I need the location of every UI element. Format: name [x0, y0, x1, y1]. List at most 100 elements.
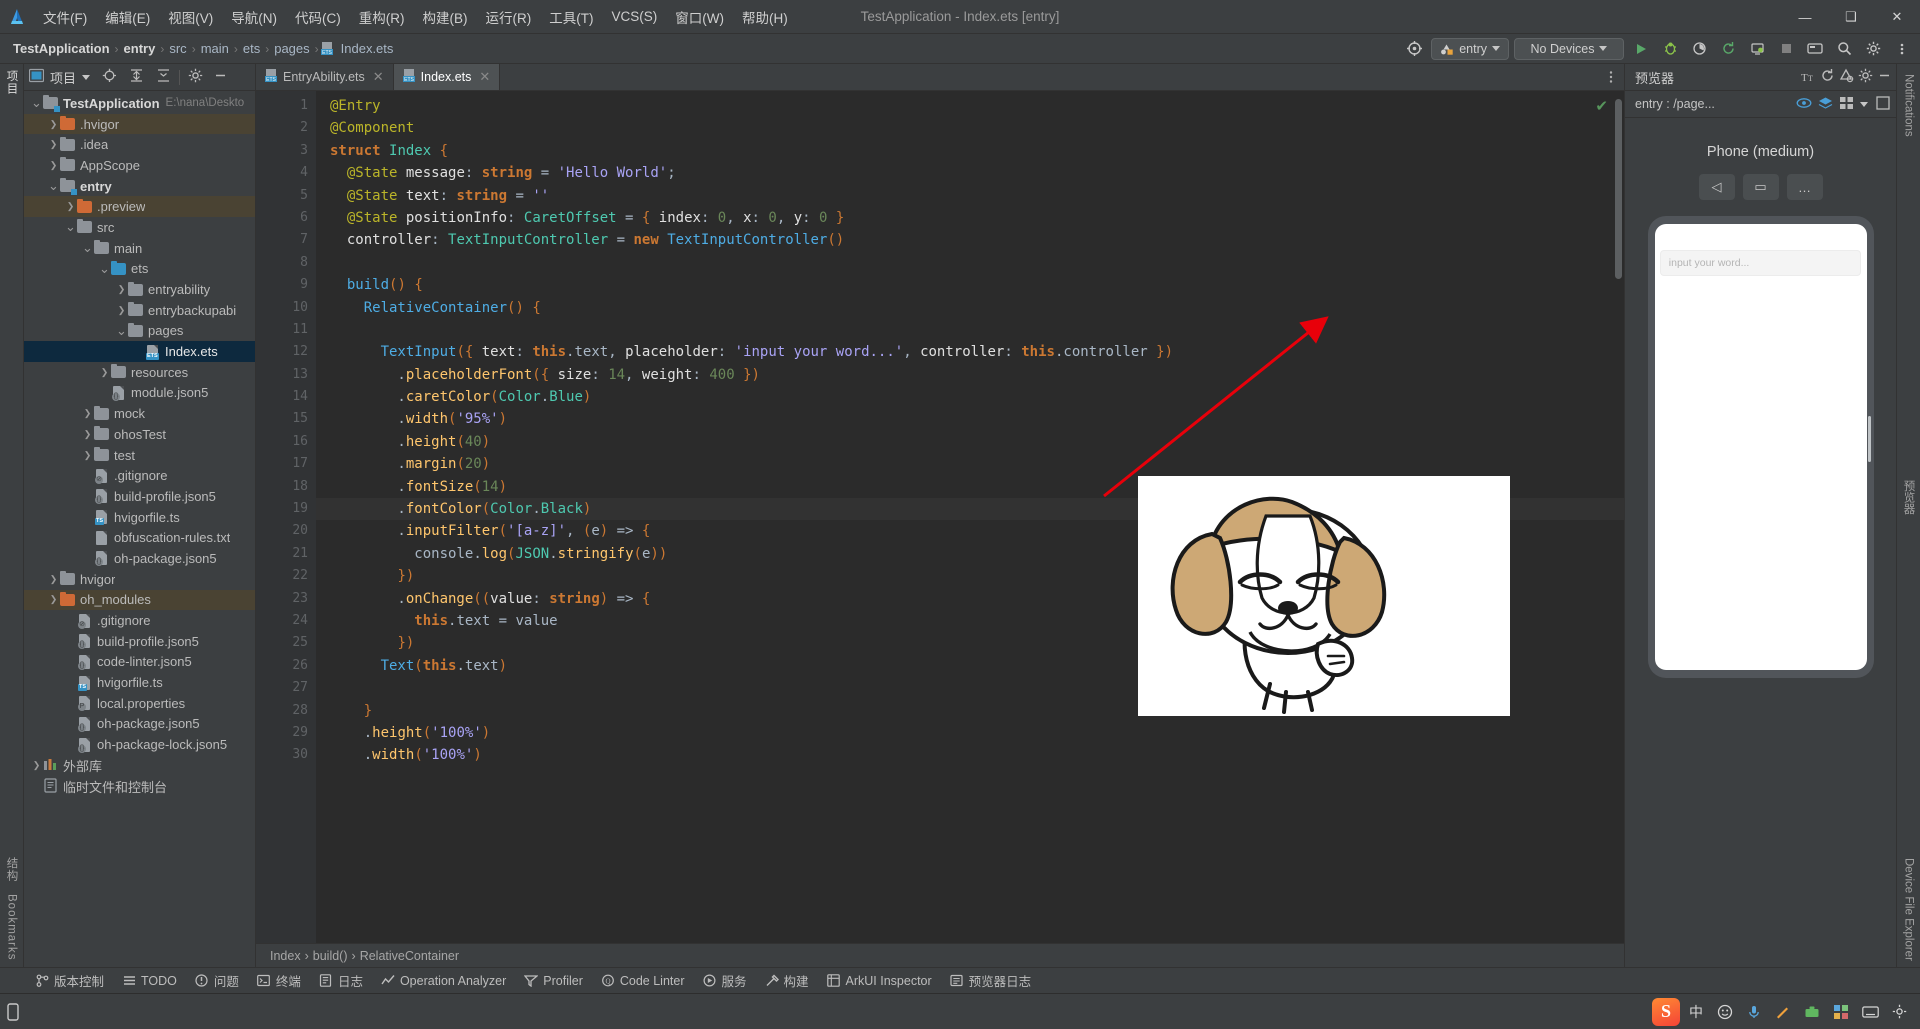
code-line[interactable]: .margin(20) [316, 453, 1624, 475]
tree-node[interactable]: {} oh-package.json5 [24, 548, 255, 569]
line-number[interactable]: 11 [256, 319, 316, 341]
tree-node[interactable]: ❯ AppScope [24, 155, 255, 176]
line-number[interactable]: 3 [256, 140, 330, 162]
line-number[interactable]: 8 [256, 252, 316, 274]
tree-node[interactable]: {} oh-package-lock.json5 [24, 734, 255, 755]
code-line[interactable]: RelativeContainer() { [316, 297, 1624, 319]
chevron-right-icon[interactable]: ❯ [47, 595, 60, 604]
tree-node[interactable]: {} build-profile.json5 [24, 486, 255, 507]
run-configuration-selector[interactable]: entry [1431, 37, 1509, 60]
tree-node[interactable]: ❯ .idea [24, 134, 255, 155]
tree-node[interactable]: ⌄ src [24, 217, 255, 238]
code-line[interactable]: @Entry [316, 95, 1624, 117]
line-number[interactable]: 6 [256, 207, 316, 229]
chevron-down-icon[interactable] [1860, 101, 1868, 107]
refresh-icon[interactable] [1820, 68, 1835, 86]
line-number[interactable]: 7 [256, 229, 316, 251]
status-bar-item-preview-log[interactable]: 预览器日志 [941, 968, 1041, 993]
tree-node[interactable]: ❯ hvigor [24, 569, 255, 590]
sync-button[interactable] [1716, 37, 1740, 61]
target-icon[interactable] [1402, 37, 1426, 61]
tree-node[interactable]: {} code-linter.json5 [24, 652, 255, 673]
breadcrumb-item-pages[interactable]: pages [271, 41, 312, 56]
menu-edit[interactable]: 编辑(E) [96, 0, 159, 33]
run-button[interactable] [1629, 37, 1653, 61]
chevron-right-icon[interactable]: ❯ [47, 160, 60, 170]
close-icon[interactable]: ✕ [479, 69, 490, 85]
tree-node[interactable]: {} build-profile.json5 [24, 631, 255, 652]
tree-node[interactable]: ⌄ ets [24, 259, 255, 280]
line-number[interactable]: 5 [256, 185, 316, 207]
line-number[interactable]: 15 [256, 408, 316, 430]
panel-settings-gear-icon[interactable] [188, 68, 203, 86]
tree-node[interactable]: ❯ test [24, 445, 255, 466]
rail-item-structure[interactable]: 结构 [4, 851, 20, 888]
rail-item-previewer[interactable]: 预览器 [1901, 474, 1917, 521]
more-actions-icon[interactable] [1890, 37, 1914, 61]
ime-keyboard-icon[interactable] [1857, 999, 1883, 1025]
tree-node[interactable]: {} module.json5 [24, 383, 255, 404]
tree-node[interactable]: ❯ entrybackupabi [24, 300, 255, 321]
code-line[interactable] [316, 319, 1624, 341]
editor-bottom-breadcrumb[interactable]: Index › build() › RelativeContainer [256, 943, 1624, 967]
tree-node[interactable]: ❯ oh_modules [24, 589, 255, 611]
breadcrumb-item-project[interactable]: TestApplication [10, 41, 113, 56]
ime-grid-icon[interactable] [1828, 999, 1854, 1025]
line-number[interactable]: 28 [256, 700, 316, 722]
line-number[interactable]: 26 [256, 655, 316, 677]
tree-node[interactable]: ⌄ TestApplication E:\nana\Deskto [24, 93, 255, 114]
chevron-right-icon[interactable]: ❯ [47, 574, 60, 584]
gear-icon[interactable] [1861, 37, 1885, 61]
collapse-all-icon[interactable] [156, 68, 171, 86]
status-bar-item-list[interactable]: TODO [113, 968, 186, 993]
menu-tools[interactable]: 工具(T) [540, 0, 602, 33]
chevron-right-icon[interactable]: ❯ [81, 429, 94, 439]
line-number[interactable]: 27 [256, 677, 316, 699]
code-line[interactable] [316, 252, 1624, 274]
chevron-down-icon[interactable]: ⌄ [81, 241, 94, 254]
menu-vcs[interactable]: VCS(S) [603, 0, 667, 33]
chevron-right-icon[interactable]: ❯ [47, 119, 60, 129]
breadcrumb-item-ets[interactable]: ets [240, 41, 263, 56]
tree-node[interactable]: ⌄ pages [24, 321, 255, 342]
line-number-gutter[interactable]: 1 2 3 4 5 6 7 8 9 10 11 12 13 14 15 16 17 18 19 20 21 22 23 24 2… [256, 91, 338, 943]
hide-panel-icon[interactable] [213, 68, 228, 86]
tree-node[interactable]: TS hvigorfile.ts [24, 507, 255, 528]
code-line[interactable]: .width('95%') [316, 408, 1624, 430]
ime-emoji-icon[interactable] [1712, 999, 1738, 1025]
line-number[interactable]: 18 [256, 476, 316, 498]
search-icon[interactable] [1832, 37, 1856, 61]
stop-button[interactable] [1774, 37, 1798, 61]
code-line[interactable]: .width('100%') [316, 744, 1624, 766]
line-number[interactable]: 22 [256, 565, 330, 587]
bottom-crumb-container[interactable]: RelativeContainer [360, 949, 459, 963]
code-line[interactable]: build() { [316, 274, 1624, 296]
profile-button[interactable] [1687, 37, 1711, 61]
preview-text-input[interactable]: input your word... [1659, 250, 1862, 276]
tree-node[interactable]: {} oh-package.json5 [24, 714, 255, 735]
chevron-right-icon[interactable]: ❯ [81, 409, 94, 418]
minimize-button[interactable]: — [1782, 0, 1828, 34]
line-number[interactable]: 23 [256, 588, 330, 610]
code-line[interactable]: .placeholderFont({ size: 14, weight: 400… [316, 364, 1624, 386]
status-bar-item-terminal[interactable]: 终端 [248, 968, 310, 993]
tree-node[interactable]: TS hvigorfile.ts [24, 672, 255, 693]
chevron-down-icon[interactable]: ⌄ [115, 324, 128, 337]
tree-node[interactable]: ⊘ .gitignore [24, 465, 255, 486]
code-line[interactable]: .height(40) [316, 431, 1624, 453]
previewer-controls[interactable]: ◁ ▭ … [1698, 174, 1823, 200]
line-number[interactable]: 9 [256, 274, 330, 296]
layers-icon[interactable] [1818, 96, 1833, 113]
line-number[interactable]: 19 [256, 498, 338, 520]
tree-node[interactable]: ETS Index.ets [24, 341, 255, 362]
status-bar-item-inspector[interactable]: ArkUI Inspector [818, 968, 941, 993]
menu-bar[interactable]: 文件(F) 编辑(E) 视图(V) 导航(N) 代码(C) 重构(R) 构建(B… [34, 0, 797, 33]
line-number[interactable]: 21 [256, 543, 316, 565]
chevron-right-icon[interactable]: ❯ [30, 760, 43, 770]
device-manager-button[interactable] [1803, 37, 1827, 61]
tree-node[interactable]: ❯ 外部库 [24, 755, 255, 776]
expand-all-icon[interactable] [129, 68, 144, 86]
menu-build[interactable]: 构建(B) [414, 0, 477, 33]
status-bar-item-linter[interactable]: Q Code Linter [592, 968, 694, 993]
menu-window[interactable]: 窗口(W) [666, 0, 733, 33]
